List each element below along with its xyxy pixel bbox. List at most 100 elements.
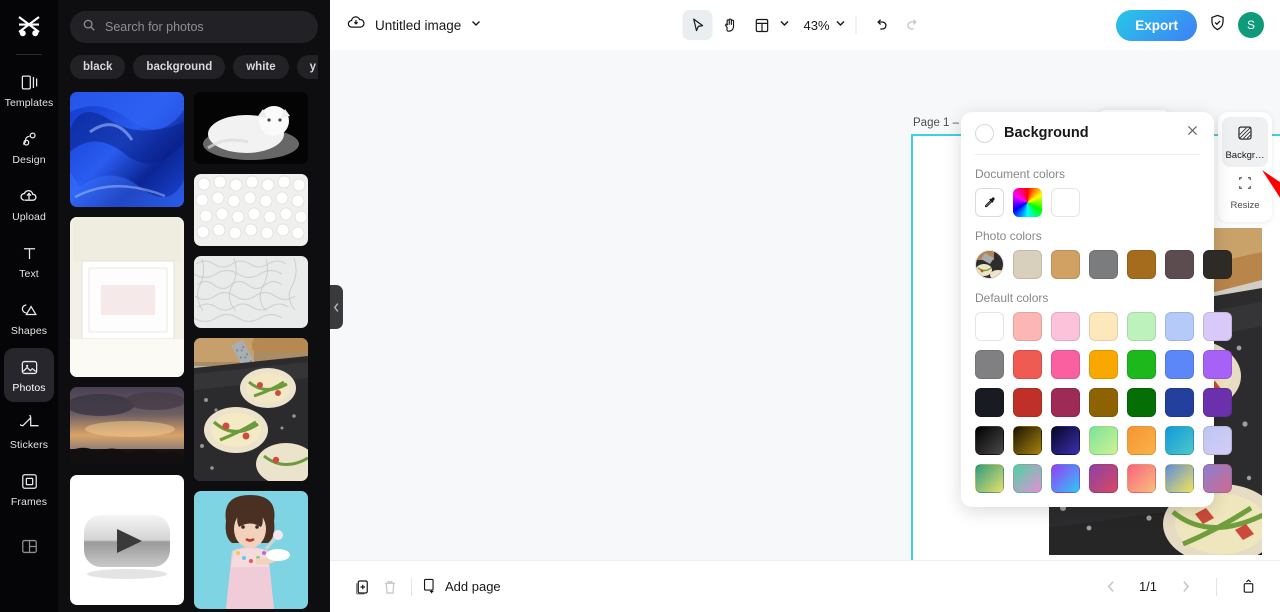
photo-source-swatch[interactable] (975, 250, 1004, 279)
default-color-swatch[interactable] (1127, 464, 1156, 493)
redo-button[interactable] (898, 10, 928, 40)
default-color-swatch[interactable] (1203, 426, 1232, 455)
default-color-swatch[interactable] (1089, 312, 1118, 341)
tab-resize[interactable]: Resize (1222, 167, 1268, 217)
duplicate-page-button[interactable] (348, 573, 376, 601)
add-page-icon (421, 577, 438, 597)
default-color-swatch[interactable] (1013, 426, 1042, 455)
chevron-down-icon[interactable] (470, 16, 482, 34)
color-wheel-swatch[interactable] (1013, 188, 1042, 217)
tag-chip[interactable]: white (233, 55, 289, 79)
default-color-swatch[interactable] (975, 388, 1004, 417)
user-avatar[interactable]: S (1238, 12, 1264, 38)
sidebar-item-frames[interactable]: Frames (4, 462, 54, 516)
capcut-logo-icon[interactable] (10, 8, 48, 46)
default-color-swatch[interactable] (1203, 350, 1232, 379)
delete-page-button[interactable] (376, 573, 404, 601)
add-page-button[interactable]: Add page (421, 577, 501, 597)
canvas-area[interactable]: Page 1 – Enter title (330, 50, 1280, 560)
layout-grid-icon (18, 535, 40, 557)
default-color-swatch[interactable] (1127, 350, 1156, 379)
zoom-level[interactable]: 43% (803, 18, 829, 33)
layout-tool-button[interactable] (746, 10, 776, 40)
sidebar-item-design[interactable]: Design (4, 120, 54, 174)
sidebar-item-templates[interactable]: Templates (4, 63, 54, 117)
prev-page-button[interactable] (1097, 573, 1125, 601)
default-color-swatch[interactable] (975, 350, 1004, 379)
tag-chip[interactable]: black (70, 55, 126, 79)
shield-check-icon[interactable] (1208, 13, 1227, 37)
tab-background[interactable]: Backgr… (1222, 117, 1268, 167)
sidebar-item-upload[interactable]: Upload (4, 177, 54, 231)
default-color-swatch[interactable] (1127, 426, 1156, 455)
photo-color-swatch[interactable] (1203, 250, 1232, 279)
sidebar-item-layout[interactable] (4, 519, 54, 573)
default-color-swatch[interactable] (1051, 312, 1080, 341)
default-color-swatch[interactable] (1013, 388, 1042, 417)
sidebar-item-photos[interactable]: Photos (4, 348, 54, 402)
photo-color-swatch[interactable] (1127, 250, 1156, 279)
photo-thumbnail-blue-satin[interactable] (70, 92, 184, 207)
photo-thumbnail-sunset-clouds[interactable] (70, 387, 184, 465)
default-color-swatch[interactable] (1165, 426, 1194, 455)
default-color-swatch[interactable] (1089, 426, 1118, 455)
default-color-swatch[interactable] (1165, 350, 1194, 379)
export-button[interactable]: Export (1116, 9, 1197, 41)
default-color-swatch[interactable] (975, 464, 1004, 493)
default-color-swatch[interactable] (1051, 350, 1080, 379)
eyedropper-icon[interactable] (975, 188, 1004, 217)
default-color-swatch[interactable] (1089, 388, 1118, 417)
default-color-swatch[interactable] (1013, 312, 1042, 341)
default-color-swatch[interactable] (975, 312, 1004, 341)
panel-collapse-handle[interactable] (330, 285, 343, 329)
default-color-swatch[interactable] (1051, 426, 1080, 455)
undo-button[interactable] (866, 10, 896, 40)
default-color-swatch[interactable] (1127, 388, 1156, 417)
tag-chip[interactable]: y (296, 55, 318, 79)
default-color-swatch[interactable] (1203, 464, 1232, 493)
photo-color-swatch[interactable] (1089, 250, 1118, 279)
zoom-chevron-down-icon[interactable] (835, 16, 847, 34)
default-color-swatch[interactable] (1165, 312, 1194, 341)
main-area: Untitled image 43% Export S Page 1 – Bac… (330, 0, 1280, 612)
photo-color-swatch[interactable] (1165, 250, 1194, 279)
default-color-swatch[interactable] (1013, 464, 1042, 493)
default-color-swatch[interactable] (1203, 388, 1232, 417)
default-color-swatch[interactable] (975, 426, 1004, 455)
hand-tool-button[interactable] (714, 10, 744, 40)
default-color-swatch[interactable] (1051, 464, 1080, 493)
photo-thumbnail-white-frame[interactable] (70, 217, 184, 377)
sidebar-item-stickers[interactable]: Stickers (4, 405, 54, 459)
default-color-swatch[interactable] (1165, 388, 1194, 417)
collapse-pages-button[interactable] (1234, 573, 1262, 601)
photo-thumbnail-white-cat[interactable] (194, 92, 308, 164)
default-color-swatch[interactable] (1165, 464, 1194, 493)
tag-chip[interactable]: background (133, 55, 226, 79)
photo-thumbnail-white-dots-texture[interactable] (194, 174, 308, 246)
sidebar-item-shapes[interactable]: Shapes (4, 291, 54, 345)
default-color-swatch[interactable] (1203, 312, 1232, 341)
select-tool-button[interactable] (682, 10, 713, 40)
default-color-swatch[interactable] (1051, 388, 1080, 417)
search-input[interactable] (105, 20, 306, 34)
current-background-swatch[interactable] (975, 123, 994, 143)
search-input-wrapper[interactable] (70, 11, 318, 43)
default-color-swatch[interactable] (1089, 464, 1118, 493)
photo-thumbnail-play-button[interactable] (70, 475, 184, 605)
document-color-swatch[interactable] (1051, 188, 1080, 217)
sidebar-item-text[interactable]: Text (4, 234, 54, 288)
close-icon[interactable] (1185, 123, 1200, 143)
sidebar-label: Stickers (9, 439, 49, 451)
photo-color-swatch[interactable] (1051, 250, 1080, 279)
next-page-button[interactable] (1171, 573, 1199, 601)
default-color-swatch[interactable] (1013, 350, 1042, 379)
default-color-swatch[interactable] (1127, 312, 1156, 341)
photo-thumbnail-white-stucco[interactable] (194, 256, 308, 328)
document-title[interactable]: Untitled image (375, 18, 461, 33)
default-color-swatch[interactable] (1089, 350, 1118, 379)
cloud-save-icon[interactable] (346, 13, 366, 38)
photo-thumbnail-pizza-dough[interactable] (194, 338, 308, 481)
photo-color-swatch[interactable] (1013, 250, 1042, 279)
photo-thumbnail-woman-ice-cream[interactable] (194, 491, 308, 609)
layout-chevron-down-icon[interactable] (778, 16, 790, 34)
